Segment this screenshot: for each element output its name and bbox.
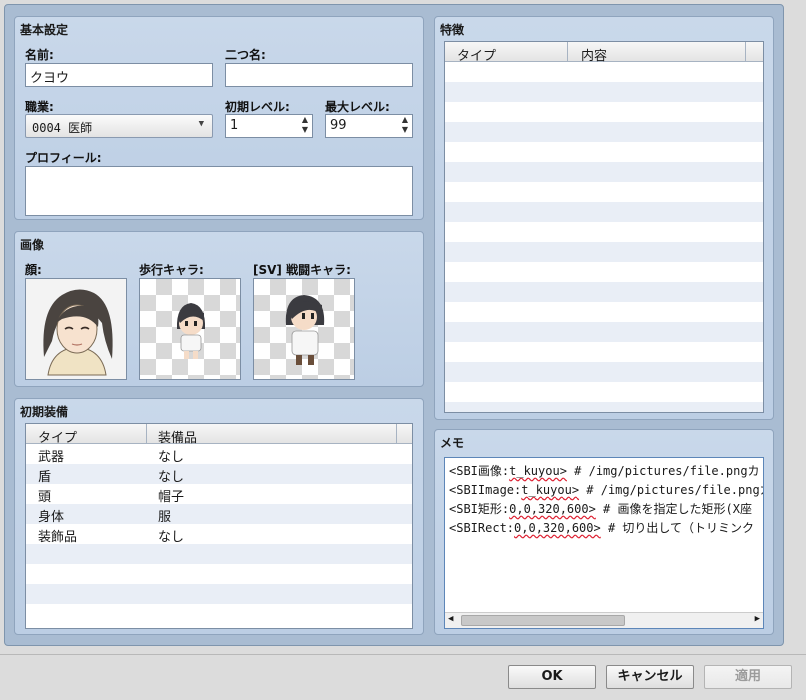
actor-editor: 基本設定 名前: クヨウ 二つ名: 職業: 0004 医師 ▼ 初期レベル: 1… (4, 4, 784, 646)
table-row[interactable]: 身体 服 (26, 504, 412, 525)
equip-type-cell: 盾 (38, 470, 52, 485)
table-row[interactable] (26, 544, 412, 564)
memo-panel: メモ <SBI画像:t_kuyou> # /img/pictures/file.… (434, 429, 774, 635)
table-row[interactable] (445, 102, 763, 122)
table-row[interactable] (445, 282, 763, 302)
equipment-table[interactable]: タイプ 装備品 武器 なし盾なし頭帽子 身体服装飾品 なし (25, 423, 413, 629)
table-row[interactable] (445, 342, 763, 362)
equipment-title: 初期装備 (20, 405, 69, 419)
table-row[interactable] (445, 402, 763, 412)
scroll-right-icon[interactable]: ▶ (755, 614, 760, 624)
table-row[interactable] (445, 322, 763, 342)
initial-level-value: 1 (230, 118, 239, 133)
traits-table[interactable]: タイプ 内容 (444, 41, 764, 413)
name-field[interactable]: クヨウ (25, 63, 213, 87)
equip-item-cell: なし (158, 470, 185, 485)
spinner-arrows-icon[interactable]: ▲ ▼ (402, 115, 408, 135)
memo-textarea[interactable]: <SBI画像:t_kuyou> # /img/pictures/file.png… (444, 457, 764, 629)
battler-sprite (285, 295, 325, 365)
table-row[interactable] (445, 142, 763, 162)
scroll-left-icon[interactable]: ◀ (448, 614, 453, 624)
max-level-label: 最大レベル: (325, 100, 390, 114)
images-title: 画像 (20, 238, 45, 252)
table-row[interactable] (445, 182, 763, 202)
equip-item-cell: なし (158, 450, 185, 465)
walk-sprite-label: 歩行キャラ: (139, 263, 204, 277)
table-row[interactable] (26, 584, 412, 604)
equip-type-cell: 身体 (38, 510, 65, 525)
images-panel: 画像 顔: 歩行キャラ: [SV] 戦闘キャラ: (14, 231, 424, 387)
table-row[interactable] (26, 604, 412, 624)
nickname-label: 二つ名: (225, 48, 266, 62)
table-row[interactable]: 武器 なし (26, 444, 412, 465)
equip-item-cell: 服 (158, 510, 172, 525)
face-label: 顔: (25, 263, 42, 277)
initial-level-label: 初期レベル: (225, 100, 290, 114)
table-row[interactable]: 頭 帽子 (26, 484, 412, 505)
walk-sprite-image[interactable] (139, 278, 241, 380)
table-row[interactable] (445, 122, 763, 142)
table-row[interactable] (445, 202, 763, 222)
face-portrait (26, 279, 126, 379)
memo-line: <SBIImage:t_kuyou> # /img/pictures/file.… (449, 483, 764, 497)
equipment-panel: 初期装備 タイプ 装備品 武器 なし盾なし頭帽子 身体服装飾品 なし (14, 398, 424, 635)
initial-level-spinner[interactable]: 1 ▲ ▼ (225, 114, 313, 138)
footer-divider (0, 654, 806, 655)
max-level-spinner[interactable]: 99 ▲ ▼ (325, 114, 413, 138)
max-level-value: 99 (330, 118, 347, 133)
equip-item-cell: 帽子 (158, 490, 185, 505)
table-row[interactable] (445, 82, 763, 102)
table-row[interactable]: 盾 なし (26, 464, 412, 485)
basic-settings-title: 基本設定 (20, 23, 69, 37)
table-row[interactable] (445, 302, 763, 322)
equip-item-cell: なし (158, 530, 185, 545)
memo-line: <SBI矩形:0,0,320,600> # 画像を指定した矩形(X座 (449, 502, 752, 516)
traits-panel: 特徴 タイプ 内容 (434, 16, 774, 420)
class-select-value: 0004 医師 (32, 121, 93, 135)
name-label: 名前: (25, 48, 54, 62)
face-image[interactable] (25, 278, 127, 380)
nickname-field[interactable] (225, 63, 413, 87)
table-row[interactable] (445, 62, 763, 82)
ok-button[interactable]: OK (508, 665, 596, 689)
table-header: タイプ 内容 (445, 42, 763, 64)
class-label: 職業: (25, 100, 54, 114)
battler-label: [SV] 戦闘キャラ: (253, 263, 351, 277)
table-header: タイプ 装備品 (26, 424, 412, 446)
battler-image[interactable] (253, 278, 355, 380)
table-row[interactable] (26, 564, 412, 584)
table-row[interactable] (445, 222, 763, 242)
walk-sprite (176, 303, 206, 359)
cancel-button[interactable]: キャンセル (606, 665, 694, 689)
equip-type-cell: 武器 (38, 450, 65, 465)
table-row[interactable] (445, 382, 763, 402)
memo-line: <SBIRect:0,0,320,600> # 切り出して（トリミンク (449, 521, 755, 535)
class-select[interactable]: 0004 医師 ▼ (25, 114, 213, 138)
equip-type-cell: 装飾品 (38, 530, 78, 545)
memo-title: メモ (440, 436, 465, 450)
basic-settings-panel: 基本設定 名前: クヨウ 二つ名: 職業: 0004 医師 ▼ 初期レベル: 1… (14, 16, 424, 220)
chevron-down-icon: ▼ (198, 119, 204, 129)
apply-button[interactable]: 適用 (704, 665, 792, 689)
scrollbar-thumb[interactable] (461, 615, 625, 626)
traits-title: 特徴 (440, 23, 465, 37)
table-row[interactable] (445, 162, 763, 182)
table-row[interactable]: 装飾品 なし (26, 524, 412, 545)
table-row[interactable] (445, 262, 763, 282)
memo-line: <SBI画像:t_kuyou> # /img/pictures/file.png… (449, 464, 760, 478)
profile-field[interactable] (25, 166, 413, 216)
table-row[interactable] (445, 242, 763, 262)
profile-label: プロフィール: (25, 151, 102, 165)
spinner-arrows-icon[interactable]: ▲ ▼ (302, 115, 308, 135)
equipment-rows: 武器 なし盾なし頭帽子 身体服装飾品 なし (26, 444, 412, 624)
table-row[interactable] (445, 362, 763, 382)
equip-type-cell: 頭 (38, 490, 52, 505)
traits-rows (445, 62, 763, 412)
horizontal-scrollbar[interactable]: ◀ ▶ (445, 612, 763, 628)
